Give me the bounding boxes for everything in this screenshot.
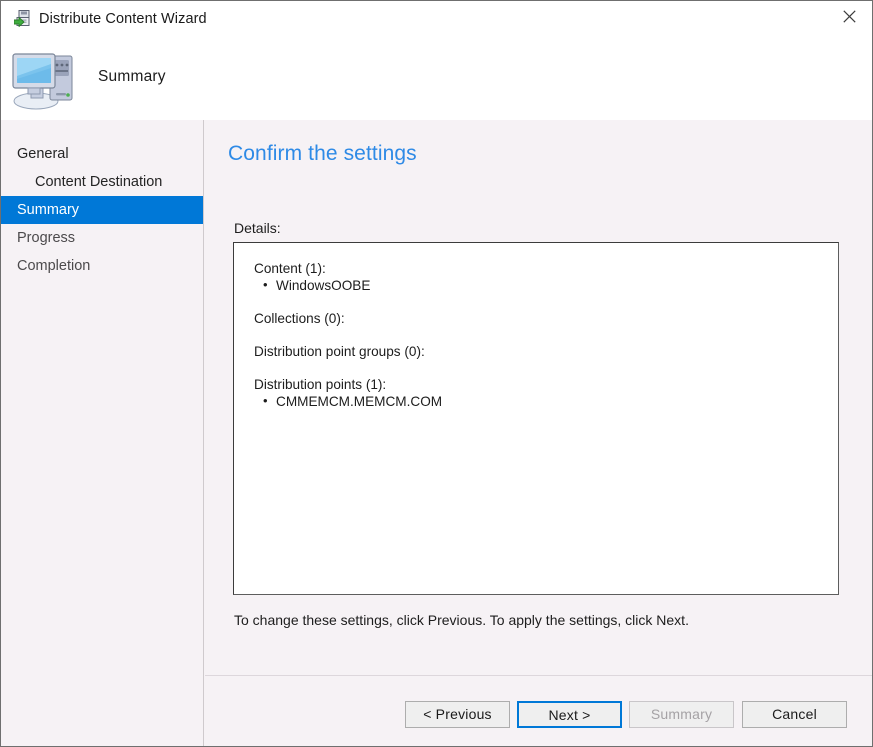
summary-button: Summary xyxy=(629,701,734,728)
wizard-step-sidebar: General Content Destination Summary Prog… xyxy=(1,120,204,746)
list-item: WindowsOOBE xyxy=(254,276,838,294)
details-content: Content (1): WindowsOOBE Collections (0)… xyxy=(234,243,838,410)
detail-heading: Collections (0): xyxy=(254,311,345,326)
detail-group-collections: Collections (0): xyxy=(254,310,838,327)
detail-group-distribution-points: Distribution points (1): CMMEMCM.MEMCM.C… xyxy=(254,376,838,410)
next-button[interactable]: Next > xyxy=(517,701,622,728)
detail-group-content: Content (1): WindowsOOBE xyxy=(254,260,838,294)
details-label: Details: xyxy=(234,220,281,236)
wizard-header: Summary xyxy=(1,37,872,120)
sidebar-item-summary[interactable]: Summary xyxy=(1,196,203,224)
previous-button[interactable]: < Previous xyxy=(405,701,510,728)
detail-heading: Distribution point groups (0): xyxy=(254,344,425,359)
detail-heading: Content (1): xyxy=(254,261,326,276)
instruction-text: To change these settings, click Previous… xyxy=(234,612,689,628)
sidebar-item-content-destination[interactable]: Content Destination xyxy=(1,168,204,196)
button-bar: < Previous Next > Summary Cancel xyxy=(205,676,872,746)
detail-group-distribution-point-groups: Distribution point groups (0): xyxy=(254,343,838,360)
sidebar-item-general[interactable]: General xyxy=(1,140,204,168)
title-bar: Distribute Content Wizard xyxy=(1,1,872,37)
wizard-body: General Content Destination Summary Prog… xyxy=(1,120,872,746)
pane-heading: Confirm the settings xyxy=(228,142,417,165)
detail-heading: Distribution points (1): xyxy=(254,377,387,392)
detail-item-list: WindowsOOBE xyxy=(254,276,838,294)
sidebar-item-completion[interactable]: Completion xyxy=(1,252,204,280)
distribute-content-icon xyxy=(13,10,33,27)
computer-monitor-icon xyxy=(10,46,88,112)
wizard-step-list: General Content Destination Summary Prog… xyxy=(1,140,204,280)
close-icon[interactable] xyxy=(826,1,872,31)
list-item: CMMEMCM.MEMCM.COM xyxy=(254,392,838,410)
detail-item-list: CMMEMCM.MEMCM.COM xyxy=(254,392,838,410)
main-pane: Confirm the settings Details: Content (1… xyxy=(205,120,872,746)
window-title: Distribute Content Wizard xyxy=(39,11,207,27)
details-box: Content (1): WindowsOOBE Collections (0)… xyxy=(233,242,839,595)
cancel-button[interactable]: Cancel xyxy=(742,701,847,728)
page-title: Summary xyxy=(98,68,166,85)
distribute-content-wizard-window: Distribute Content Wizard Summary Genera… xyxy=(0,0,873,747)
sidebar-item-progress[interactable]: Progress xyxy=(1,224,204,252)
